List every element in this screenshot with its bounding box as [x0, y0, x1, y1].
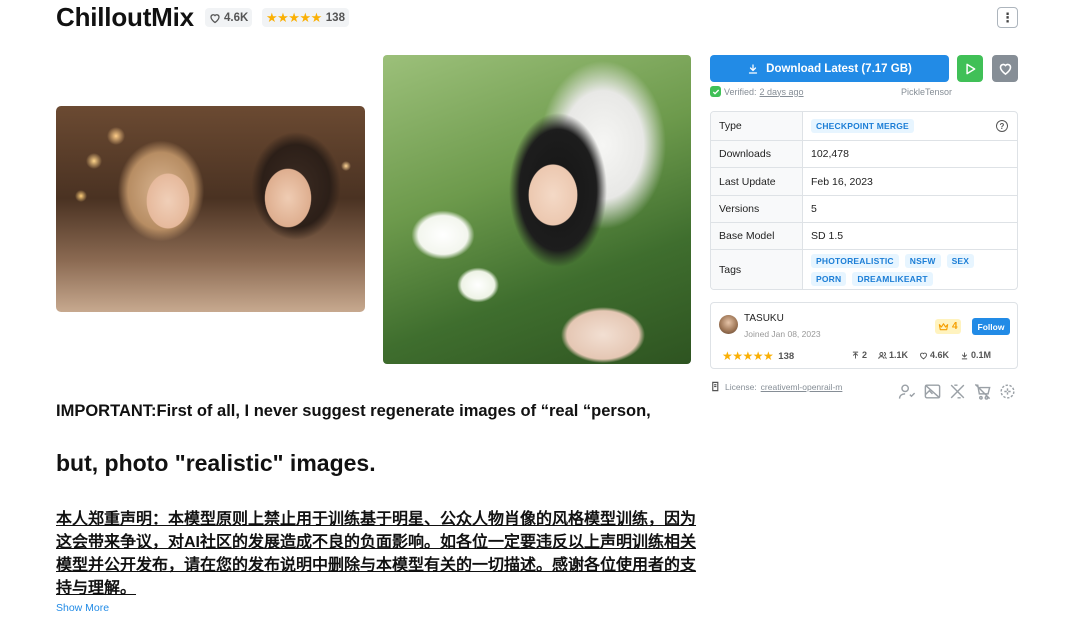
show-more-link[interactable]: Show More: [56, 602, 109, 614]
description-notice: 本人郑重声明：本模型原则上禁止用于训练基于明星、公众人物肖像的风格模型训练，因为…: [56, 511, 697, 597]
followers-count: 1.1K: [889, 350, 909, 360]
license-label: License:: [725, 381, 757, 392]
info-row-type: Type CHECKPOINT MERGE ?: [711, 112, 1017, 140]
info-value: Feb 16, 2023: [811, 175, 873, 188]
model-info-table: Type CHECKPOINT MERGE ? Downloads 102,47…: [710, 111, 1018, 290]
info-row-downloads: Downloads 102,478: [711, 140, 1017, 167]
creator-rating-count: 138: [778, 350, 795, 362]
creator-rating-stars: ★★★★★: [722, 349, 774, 363]
download-button[interactable]: Download Latest (7.17 GB): [710, 55, 949, 82]
download-icon: [961, 352, 968, 359]
play-icon: [966, 63, 976, 74]
info-key: Base Model: [711, 223, 803, 249]
heart-icon: [999, 63, 1011, 76]
license-icon: [712, 381, 719, 392]
no-image-sell-icon[interactable]: [923, 382, 942, 401]
gallery-image-2[interactable]: [383, 55, 691, 364]
rank-count: 4: [952, 321, 958, 332]
info-row-last-update: Last Update Feb 16, 2023: [711, 167, 1017, 195]
creator-likes-count: 4.6K: [930, 350, 950, 360]
tag-list: PHOTOREALISTIC NSFW SEX PORN DREAMLIKEAR…: [811, 249, 1011, 290]
license-line: License: creativeml-openrail-m: [710, 381, 842, 392]
no-merge-icon[interactable]: [998, 382, 1017, 401]
more-menu-button[interactable]: ⋮: [997, 7, 1018, 28]
heart-icon: [920, 352, 928, 359]
run-button[interactable]: [957, 55, 983, 82]
likes-badge[interactable]: 4.6K: [205, 8, 253, 27]
followers-stat: 1.1K: [878, 350, 908, 360]
tag-badge[interactable]: PHOTOREALISTIC: [811, 253, 899, 268]
creator-joined: Joined Jan 08, 2023: [744, 329, 821, 339]
info-key: Downloads: [711, 141, 803, 167]
description-line-1: IMPORTANT:First of all, I never suggest …: [56, 402, 651, 420]
info-value: 102,478: [811, 148, 849, 160]
help-icon[interactable]: ?: [996, 120, 1008, 132]
uploader-name[interactable]: PickleTensor: [901, 87, 952, 97]
info-row-base-model: Base Model SD 1.5: [711, 222, 1017, 249]
creator-rating: ★★★★★ 138: [722, 349, 794, 363]
rating-stars: ★★★★★: [266, 9, 322, 25]
heart-icon: [210, 13, 220, 23]
follow-button[interactable]: Follow: [972, 318, 1010, 335]
creator-card: TASUKU Joined Jan 08, 2023 4 Follow ★★★★…: [710, 302, 1018, 369]
description-line-2: but, photo "realistic" images.: [56, 450, 376, 476]
rating-badge[interactable]: ★★★★★ 138: [262, 8, 349, 27]
creator-name[interactable]: TASUKU: [744, 313, 784, 324]
info-key: Tags: [711, 250, 803, 289]
likes-count: 4.6K: [224, 11, 249, 24]
model-title: ChilloutMix: [56, 2, 194, 32]
creator-stats: 2 1.1K 4.6K 0.1M: [851, 350, 991, 360]
no-sell-icon[interactable]: [973, 382, 992, 401]
tag-badge[interactable]: SEX: [946, 253, 975, 268]
info-key: Type: [711, 112, 803, 140]
tag-badge[interactable]: DREAMLIKEART: [852, 271, 933, 286]
no-rent-icon[interactable]: [948, 382, 967, 401]
download-label: Download Latest (7.17 GB): [766, 62, 912, 75]
gallery-image-1[interactable]: [56, 106, 365, 312]
type-badge: CHECKPOINT MERGE: [811, 119, 914, 133]
verified-check-icon: [710, 86, 721, 97]
verified-date-link[interactable]: 2 days ago: [760, 87, 804, 97]
creator-rank-badge: 4: [935, 319, 961, 334]
creator-downloads-count: 0.1M: [971, 350, 992, 360]
downloads-stat: 0.1M: [960, 350, 991, 360]
no-credit-icon[interactable]: [898, 382, 917, 401]
avatar[interactable]: [719, 315, 738, 334]
info-value: PHOTOREALISTIC NSFW SEX PORN DREAMLIKEAR…: [803, 250, 1017, 289]
users-icon: [878, 351, 887, 359]
info-row-versions: Versions 5: [711, 195, 1017, 222]
download-icon: [749, 63, 758, 74]
info-row-tags: Tags PHOTOREALISTIC NSFW SEX PORN DREAML…: [711, 249, 1017, 289]
crown-icon: [938, 323, 949, 331]
favorite-button[interactable]: [992, 55, 1018, 82]
info-value: 5: [811, 203, 817, 215]
info-key: Versions: [711, 196, 803, 222]
verified-line: Verified: 2 days ago: [710, 86, 804, 97]
tag-badge[interactable]: NSFW: [904, 253, 941, 268]
uploads-count: 2: [862, 350, 868, 360]
upload-icon: [852, 351, 859, 358]
license-permission-icons: [898, 382, 1017, 401]
info-value: SD 1.5: [811, 230, 844, 242]
info-key: Last Update: [711, 168, 803, 195]
likes-stat: 4.6K: [919, 350, 949, 360]
license-link[interactable]: creativeml-openrail-m: [761, 382, 843, 392]
info-value: CHECKPOINT MERGE ?: [803, 112, 1017, 140]
tag-badge[interactable]: PORN: [811, 271, 847, 286]
dots-vertical-icon: ⋮: [1001, 9, 1014, 25]
rating-count: 138: [325, 11, 345, 24]
uploads-stat: 2: [851, 350, 867, 360]
verified-label: Verified:: [724, 86, 757, 97]
